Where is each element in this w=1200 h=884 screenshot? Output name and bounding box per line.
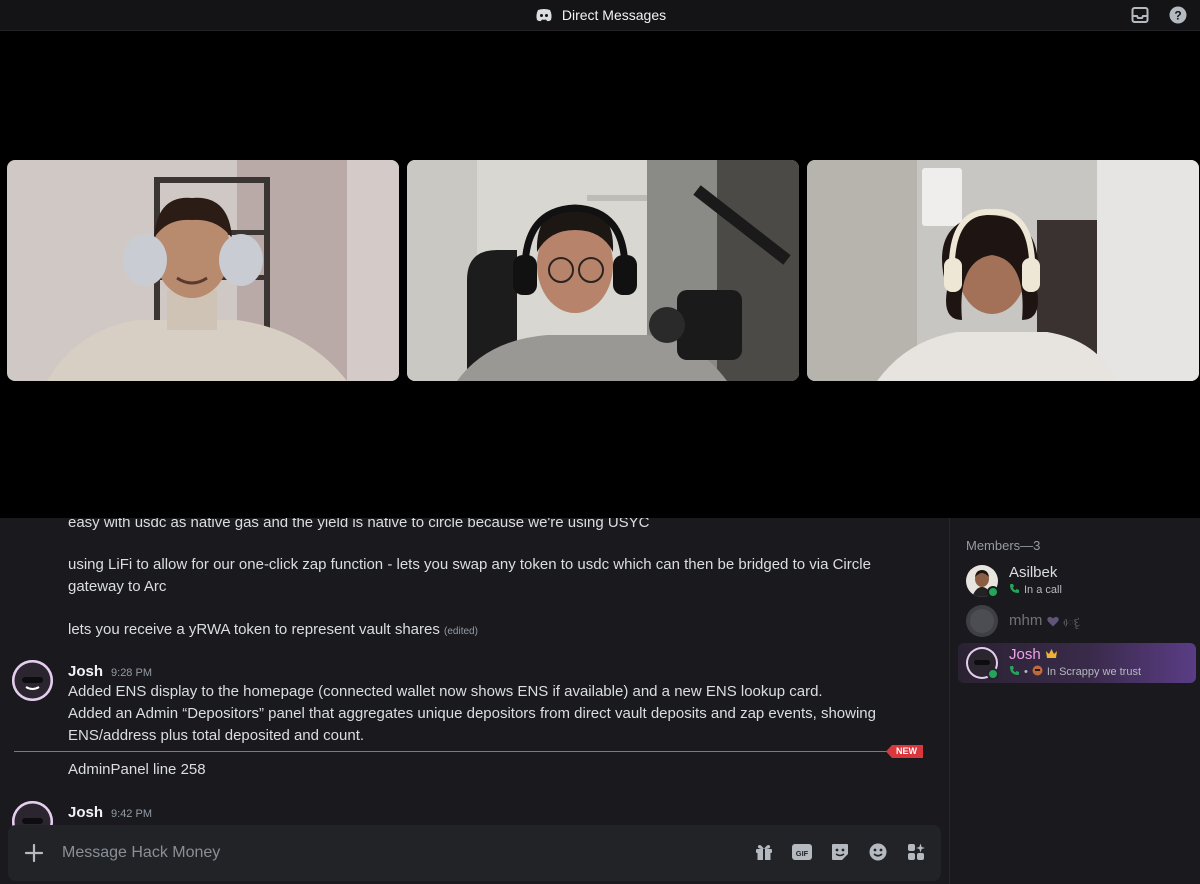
emoji-icon[interactable] xyxy=(867,841,889,863)
member-status-text: In a call xyxy=(1024,584,1062,596)
message-text-lifi: using LiFi to allow for our one-click za… xyxy=(68,556,871,595)
inbox-icon[interactable] xyxy=(1130,5,1150,25)
participant-1-video[interactable] xyxy=(7,160,399,381)
gif-icon[interactable]: GIF xyxy=(791,841,813,863)
gift-icon[interactable] xyxy=(753,841,775,863)
participant-3-video[interactable] xyxy=(807,160,1199,381)
members-panel: Members—3 Asilbek In a call mhm ᰴદૃ Josh xyxy=(949,518,1200,884)
phone-icon xyxy=(1009,665,1020,679)
apps-icon[interactable] xyxy=(905,841,927,863)
online-status-icon xyxy=(987,668,999,680)
svg-text:GIF: GIF xyxy=(796,849,809,858)
member-name: Asilbek xyxy=(1009,564,1058,581)
message-header-josh-2: Josh 9:42 PM xyxy=(68,804,152,821)
add-attachment-icon[interactable] xyxy=(22,841,46,865)
timestamp: 9:42 PM xyxy=(111,808,152,820)
member-name-row: Josh xyxy=(1009,646,1058,663)
phone-icon xyxy=(1009,583,1020,597)
sticker-icon[interactable] xyxy=(829,841,851,863)
title-bar: Direct Messages ? xyxy=(0,0,1200,31)
member-status-text: ᰴદૃ xyxy=(1063,615,1081,629)
member-status: • In Scrappy we trust xyxy=(1009,665,1141,679)
message-text-adminpanel: AdminPanel line 258 xyxy=(68,761,206,778)
svg-text:?: ? xyxy=(1174,9,1181,23)
edited-label: (edited) xyxy=(444,626,478,637)
message-header-josh-1: Josh 9:28 PM xyxy=(68,663,152,680)
video-call-area xyxy=(0,31,1200,518)
member-name: Josh xyxy=(1009,646,1041,663)
discord-logo-icon xyxy=(534,5,554,25)
member-josh[interactable]: Josh • In Scrappy we trust xyxy=(958,643,1196,683)
help-icon[interactable]: ? xyxy=(1168,5,1188,25)
participant-2-video[interactable] xyxy=(407,160,799,381)
author-name[interactable]: Josh xyxy=(68,663,103,680)
avatar[interactable] xyxy=(12,660,53,701)
heart-icon xyxy=(1047,616,1059,630)
message-input[interactable] xyxy=(62,839,662,867)
message-text-yrwa-content: lets you receive a yRWA token to represe… xyxy=(68,621,440,638)
members-heading: Members—3 xyxy=(966,538,1041,553)
window-title: Direct Messages xyxy=(534,5,666,25)
separator-dot-icon: • xyxy=(1024,666,1028,678)
message-text-yrwa: lets you receive a yRWA token to represe… xyxy=(68,619,918,643)
timestamp: 9:28 PM xyxy=(111,667,152,679)
new-messages-divider xyxy=(14,751,918,752)
member-status: ᰴદૃ xyxy=(1047,614,1080,632)
message-text-usdc: easy with usdc as native gas and the yie… xyxy=(68,518,650,531)
avatar xyxy=(966,605,998,637)
message-composer: GIF xyxy=(8,825,941,881)
author-name[interactable]: Josh xyxy=(68,804,103,821)
new-messages-badge: NEW xyxy=(886,745,923,758)
member-mhm[interactable]: mhm ᰴદૃ xyxy=(958,601,1196,641)
message-text-ens: Added ENS display to the homepage (conne… xyxy=(68,683,823,700)
chat-area: easy with usdc as native gas and the yie… xyxy=(0,518,949,884)
member-name: mhm xyxy=(1009,612,1043,629)
member-status-text: In Scrappy we trust xyxy=(1046,666,1142,678)
custom-status-emoji-icon xyxy=(1032,665,1043,679)
crown-icon xyxy=(1045,646,1058,663)
member-status: In a call xyxy=(1009,583,1062,597)
message-text-depositors: Added an Admin “Depositors” panel that a… xyxy=(68,705,876,744)
member-asilbek[interactable]: Asilbek In a call xyxy=(958,561,1196,601)
online-status-icon xyxy=(987,586,999,598)
window-title-text: Direct Messages xyxy=(561,7,667,23)
